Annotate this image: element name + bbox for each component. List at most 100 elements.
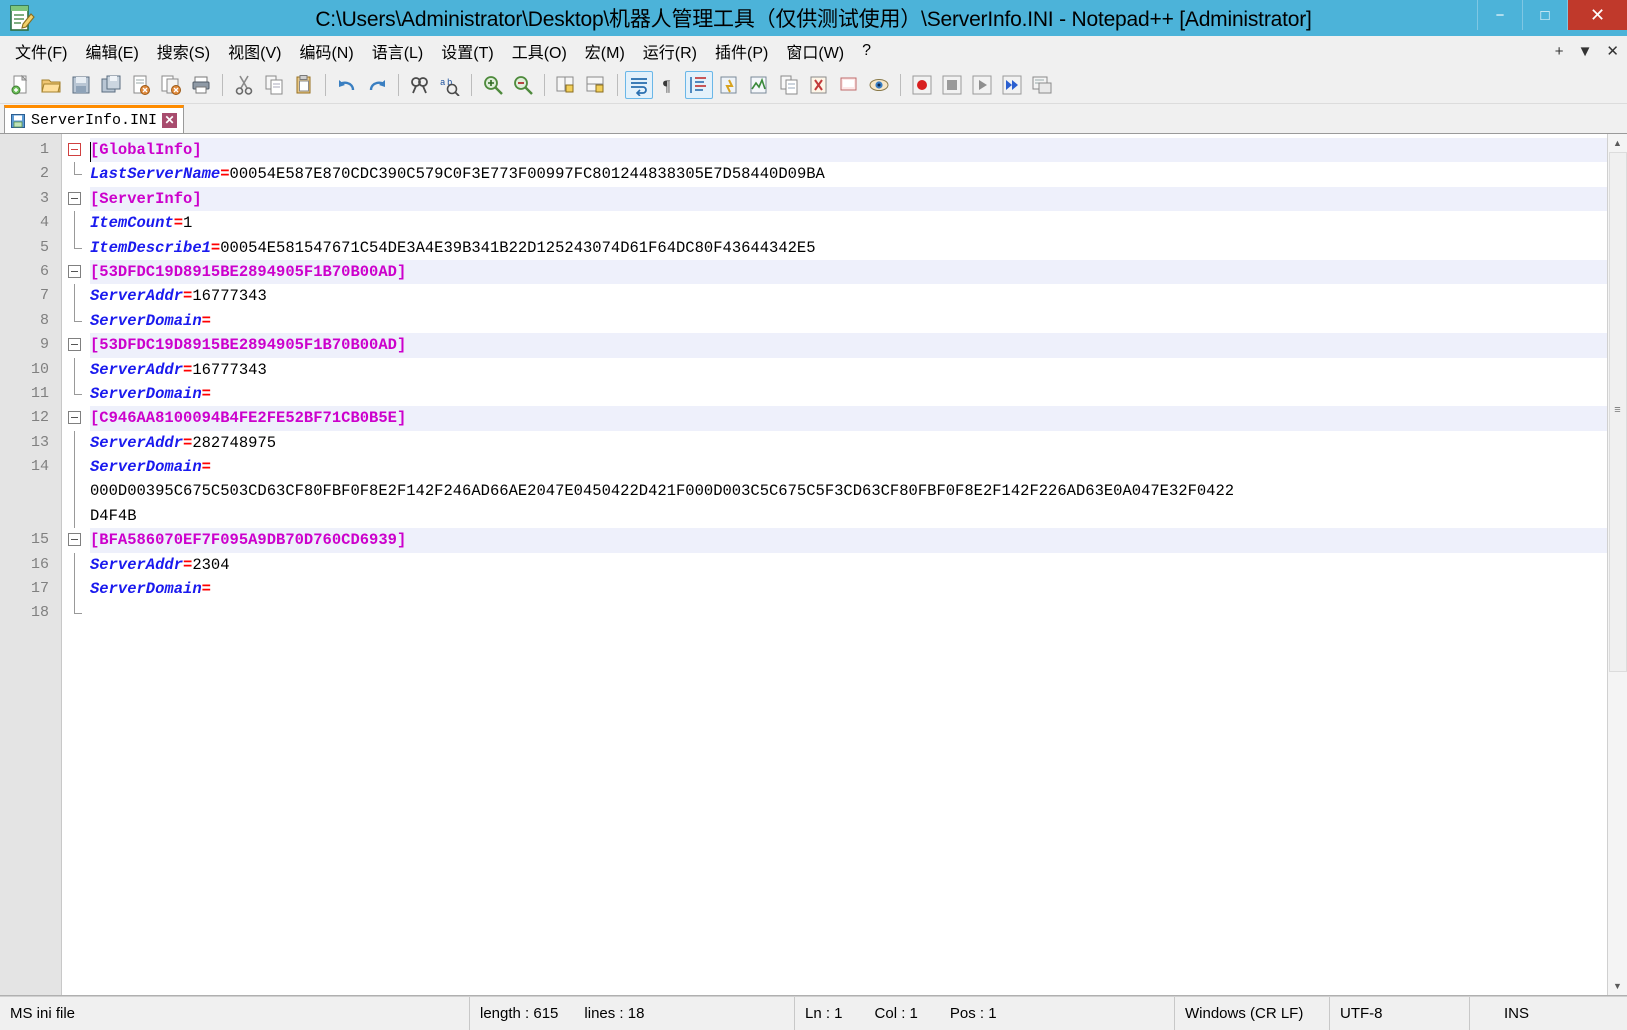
menu-language[interactable]: 语言(L) [363, 36, 433, 66]
menu-tools[interactable]: 工具(O) [503, 36, 576, 66]
find-icon[interactable] [406, 71, 434, 99]
close-button[interactable]: ✕ [1567, 0, 1627, 30]
minimize-button[interactable]: − [1477, 0, 1522, 30]
code-content[interactable]: [GlobalInfo] LastServerName=00054E587E870… [90, 134, 1607, 995]
replace-icon[interactable]: ab [436, 71, 464, 99]
eye-icon[interactable] [865, 71, 893, 99]
fold-margin[interactable] [62, 134, 90, 995]
ini-key-value-line[interactable]: ServerDomain= [90, 309, 1607, 333]
menu-run[interactable]: 运行(R) [634, 36, 706, 66]
macro-record-icon[interactable] [908, 71, 936, 99]
ini-value: 00054E581547671C54DE3A4E39B341B22D125243… [220, 238, 816, 257]
editor-area[interactable]: 1 2 3 4 5 6 7 8 9 10 11 12 13 14 15 16 17 18 [GlobalInfo… [0, 134, 1627, 996]
fold-toggle-icon[interactable] [68, 264, 81, 278]
indent-guide-icon[interactable] [685, 70, 713, 99]
fold-toggle-icon[interactable] [68, 411, 81, 425]
tab-close-icon[interactable]: ✕ [162, 113, 178, 128]
undo-icon[interactable] [333, 71, 361, 99]
menubar-close-icon[interactable]: ✕ [1606, 42, 1619, 60]
zoom-out-icon[interactable] [509, 71, 537, 99]
fold-toggle-icon[interactable] [68, 338, 81, 352]
ini-value-wrap-line[interactable]: 000D00395C675C503CD63CF80FBF0F8E2F142F24… [90, 479, 1607, 503]
ini-section-line[interactable]: [C946AA8100094B4FE2FE52BF71CB0B5E] [90, 406, 1607, 431]
fold-line-icon [74, 211, 75, 236]
ini-section-line[interactable]: [GlobalInfo] [90, 138, 1607, 163]
menu-edit[interactable]: 编辑(E) [76, 36, 147, 66]
show-all-chars-icon[interactable]: ¶ [655, 71, 683, 99]
monitor-icon[interactable] [835, 71, 863, 99]
menu-view[interactable]: 视图(V) [219, 36, 290, 66]
document-map-icon[interactable] [745, 71, 773, 99]
scroll-up-arrow[interactable]: ▲ [1609, 134, 1627, 152]
line-number: 7 [39, 287, 49, 305]
new-file-icon[interactable] [7, 71, 35, 99]
menubar-plus-icon[interactable]: + [1555, 43, 1564, 60]
folder-as-workspace-icon[interactable] [805, 71, 833, 99]
zoom-in-icon[interactable] [479, 71, 507, 99]
ini-key-value-line[interactable]: ServerAddr=282748975 [90, 431, 1607, 455]
ini-value: 16777343 [192, 287, 267, 306]
ini-blank-line[interactable] [90, 601, 1607, 625]
sync-vertical-icon[interactable] [552, 71, 580, 99]
ini-key-value-line[interactable]: ServerAddr=16777343 [90, 284, 1607, 308]
macro-playmany-icon[interactable] [998, 71, 1026, 99]
print-icon[interactable] [187, 71, 215, 99]
save-icon[interactable] [67, 71, 95, 99]
menu-encoding[interactable]: 编码(N) [290, 36, 362, 66]
paste-icon[interactable] [290, 71, 318, 99]
ini-section-line[interactable]: [ServerInfo] [90, 186, 1607, 212]
fold-toggle-icon[interactable] [68, 143, 81, 156]
vertical-scrollbar[interactable]: ▲ ≡ ▼ [1607, 134, 1627, 995]
fold-marker[interactable] [62, 528, 90, 552]
fold-marker[interactable] [62, 260, 90, 284]
maximize-button[interactable]: □ [1522, 0, 1567, 30]
ini-equals-sign: = [210, 238, 221, 257]
fold-marker[interactable] [62, 333, 90, 357]
fold-marker[interactable] [62, 187, 90, 211]
fold-marker[interactable] [62, 138, 90, 162]
menu-search[interactable]: 搜索(S) [148, 36, 219, 66]
separator-1 [222, 73, 223, 96]
ini-key-value-line[interactable]: LastServerName=00054E587E870CDC390C579C0… [90, 162, 1607, 186]
chevron-down-icon[interactable]: ▼ [1578, 43, 1593, 60]
cut-icon[interactable] [230, 71, 258, 99]
ini-key-value-line[interactable]: ServerDomain= [90, 455, 1607, 479]
menu-macro[interactable]: 宏(M) [576, 36, 634, 66]
close-all-icon[interactable] [157, 71, 185, 99]
line-number: 16 [30, 555, 49, 573]
macro-save-icon[interactable] [1028, 71, 1056, 99]
ini-key-value-line[interactable]: ServerDomain= [90, 577, 1607, 601]
status-bar: MS ini file length : 615 lines : 18 Ln :… [0, 996, 1627, 1030]
macro-play-icon[interactable] [968, 71, 996, 99]
ini-value-wrap-line[interactable]: D4F4B [90, 504, 1607, 528]
ini-key-value-line[interactable]: ServerDomain= [90, 382, 1607, 406]
fold-toggle-icon[interactable] [68, 533, 81, 547]
close-file-icon[interactable] [127, 71, 155, 99]
open-file-icon[interactable] [37, 71, 65, 99]
fold-toggle-icon[interactable] [68, 191, 81, 205]
menu-window[interactable]: 窗口(W) [777, 36, 853, 66]
redo-icon[interactable] [363, 71, 391, 99]
ini-key-value-line[interactable]: ServerAddr=16777343 [90, 358, 1607, 382]
ini-section-line[interactable]: [53DFDC19D8915BE2894905F1B70B00AD] [90, 333, 1607, 358]
menu-help[interactable]: ? [853, 39, 880, 63]
menu-file[interactable]: 文件(F) [6, 36, 76, 66]
tab-serverinfo-ini[interactable]: ServerInfo.INI ✕ [4, 105, 185, 133]
scroll-track[interactable]: ≡ [1608, 152, 1627, 977]
ini-key-value-line[interactable]: ItemCount=1 [90, 211, 1607, 235]
menu-settings[interactable]: 设置(T) [432, 36, 502, 66]
sync-horizontal-icon[interactable] [582, 71, 610, 99]
user-defined-dialog-icon[interactable] [715, 71, 743, 99]
fold-marker[interactable] [62, 406, 90, 430]
ini-section-line[interactable]: [BFA586070EF7F095A9DB70D760CD6939] [90, 528, 1607, 553]
ini-key-value-line[interactable]: ServerAddr=2304 [90, 553, 1607, 577]
copy-icon[interactable] [260, 71, 288, 99]
function-list-icon[interactable] [775, 71, 803, 99]
word-wrap-icon[interactable] [625, 70, 653, 99]
macro-stop-icon[interactable] [938, 71, 966, 99]
menu-plugins[interactable]: 插件(P) [706, 36, 777, 66]
ini-key-value-line[interactable]: ItemDescribe1=00054E581547671C54DE3A4E39… [90, 236, 1607, 260]
save-all-icon[interactable] [97, 71, 125, 99]
scroll-down-arrow[interactable]: ▼ [1609, 977, 1627, 995]
ini-section-line[interactable]: [53DFDC19D8915BE2894905F1B70B00AD] [90, 259, 1607, 285]
